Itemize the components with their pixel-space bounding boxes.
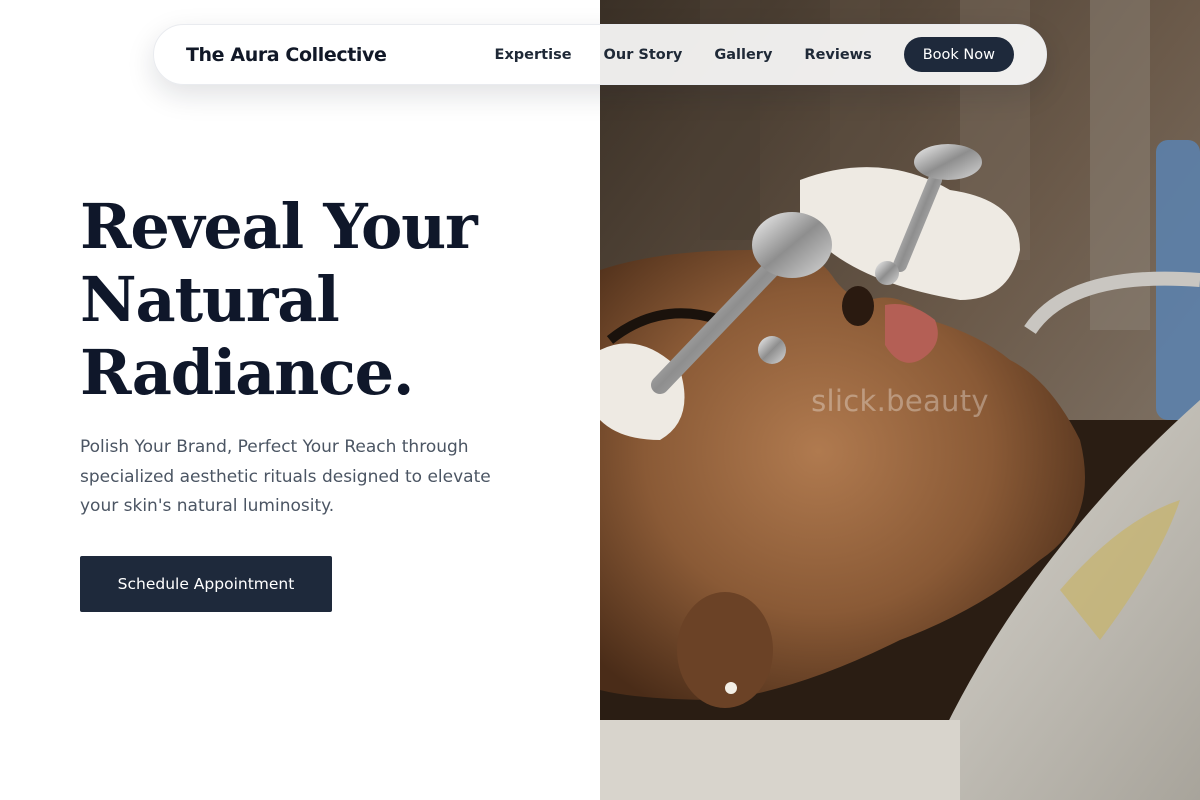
schedule-appointment-button[interactable]: Schedule Appointment (80, 555, 332, 612)
headline-line: Radiance. (80, 336, 414, 409)
book-now-button[interactable]: Book Now (903, 37, 1014, 72)
nav-links: Expertise Our Story Gallery Reviews Book… (495, 37, 1014, 72)
navbar: The Aura Collective Expertise Our Story … (153, 24, 1047, 85)
nav-link-expertise[interactable]: Expertise (495, 47, 572, 63)
image-watermark: slick.beauty (811, 384, 989, 418)
landing-page: slick.beauty The Aura Collective Experti… (0, 0, 1200, 800)
brand-logo[interactable]: The Aura Collective (186, 44, 387, 66)
nav-link-reviews[interactable]: Reviews (804, 47, 871, 63)
headline-line: Natural (80, 263, 340, 336)
hero-subtext: Polish Your Brand, Perfect Your Reach th… (80, 437, 491, 516)
hero-section: Reveal Your Natural Radiance. Polish You… (80, 190, 580, 612)
nav-link-gallery[interactable]: Gallery (714, 47, 772, 63)
hero-image: slick.beauty (600, 0, 1200, 800)
hero-headline: Reveal Your Natural Radiance. (80, 190, 580, 409)
nav-link-our-story[interactable]: Our Story (604, 47, 683, 63)
headline-line: Reveal Your (80, 190, 478, 263)
